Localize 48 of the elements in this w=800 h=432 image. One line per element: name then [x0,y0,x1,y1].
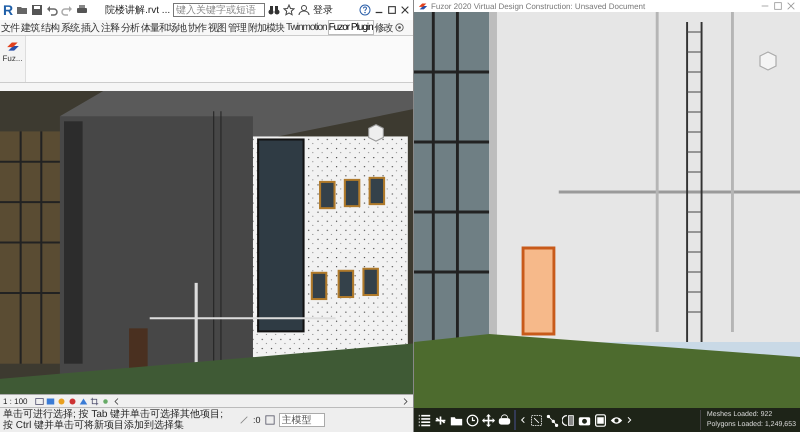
move-arrows-icon[interactable] [482,414,495,426]
help-icon[interactable] [359,4,371,16]
ribbon-tab[interactable]: 附加模块 [247,20,285,35]
ribbon-tab[interactable]: Twinmotion [285,20,328,35]
close-icon[interactable] [400,5,410,15]
ribbon-tab[interactable]: Fuzor Plugin [328,20,374,35]
open-folder-icon[interactable] [16,4,28,16]
user-icon[interactable] [298,4,310,16]
ribbon-tab[interactable]: 插入 [80,20,100,35]
ribbon-tab[interactable]: 视图 [207,20,227,35]
crop-view-icon[interactable] [90,396,100,406]
chevron-right-icon[interactable] [626,414,634,426]
app-logo-icon [418,1,428,11]
ribbon-tab[interactable]: 文件 [0,20,20,35]
vr-headset-icon[interactable] [498,414,511,426]
maximize-icon[interactable] [387,5,397,15]
ribbon-tab[interactable]: 管理 [227,20,247,35]
ribbon-tab[interactable]: 注释 [100,20,120,35]
ribbon-tab[interactable]: 协作 [187,20,207,35]
print-icon[interactable] [76,4,88,16]
file-title: 院楼讲解.rvt ... [105,4,170,17]
ribbon-tab[interactable]: 体量和场地 [140,20,187,35]
selection-count: :0 [253,415,261,425]
app-logo[interactable]: R [3,2,14,18]
sign-in-link[interactable]: 登录 [313,3,334,17]
ribbon-tab[interactable]: 分析 [120,20,140,35]
ribbon-tab[interactable]: 系统 [60,20,80,35]
clock-icon[interactable] [466,414,479,426]
save-icon[interactable] [31,4,44,16]
ribbon-tab[interactable]: 修改 [374,20,394,35]
chevron-left-icon[interactable] [519,414,527,426]
scroll-right-icon[interactable] [401,396,410,406]
model-field[interactable]: 主模型 [278,413,325,427]
selection-box-icon[interactable] [530,414,543,426]
status-message: 单击可进行选择; 按 Tab 键并单击可选择其他项目; 按 Ctrl 键并单击可将新项目添加到选择集 [3,409,224,431]
undo-icon[interactable] [46,4,58,16]
fuzor-plugin-button[interactable]: Fuz... [0,36,26,82]
nodes-icon[interactable] [546,414,559,426]
ribbon-tab[interactable]: 结构 [40,20,60,35]
scroll-left-icon[interactable] [112,396,122,406]
search-field[interactable]: 键入关键字或短语 [173,3,266,17]
star-icon[interactable] [283,4,296,16]
view-scale[interactable]: 1 : 100 [3,396,28,406]
photo-gallery-icon[interactable] [594,414,607,426]
binoculars-icon[interactable] [268,4,280,16]
list-icon[interactable] [418,414,431,426]
window-title: Fuzor 2020 Virtual Design Construction: Unsaved Document [431,2,646,10]
ribbon-tab[interactable]: 建筑 [20,20,40,35]
